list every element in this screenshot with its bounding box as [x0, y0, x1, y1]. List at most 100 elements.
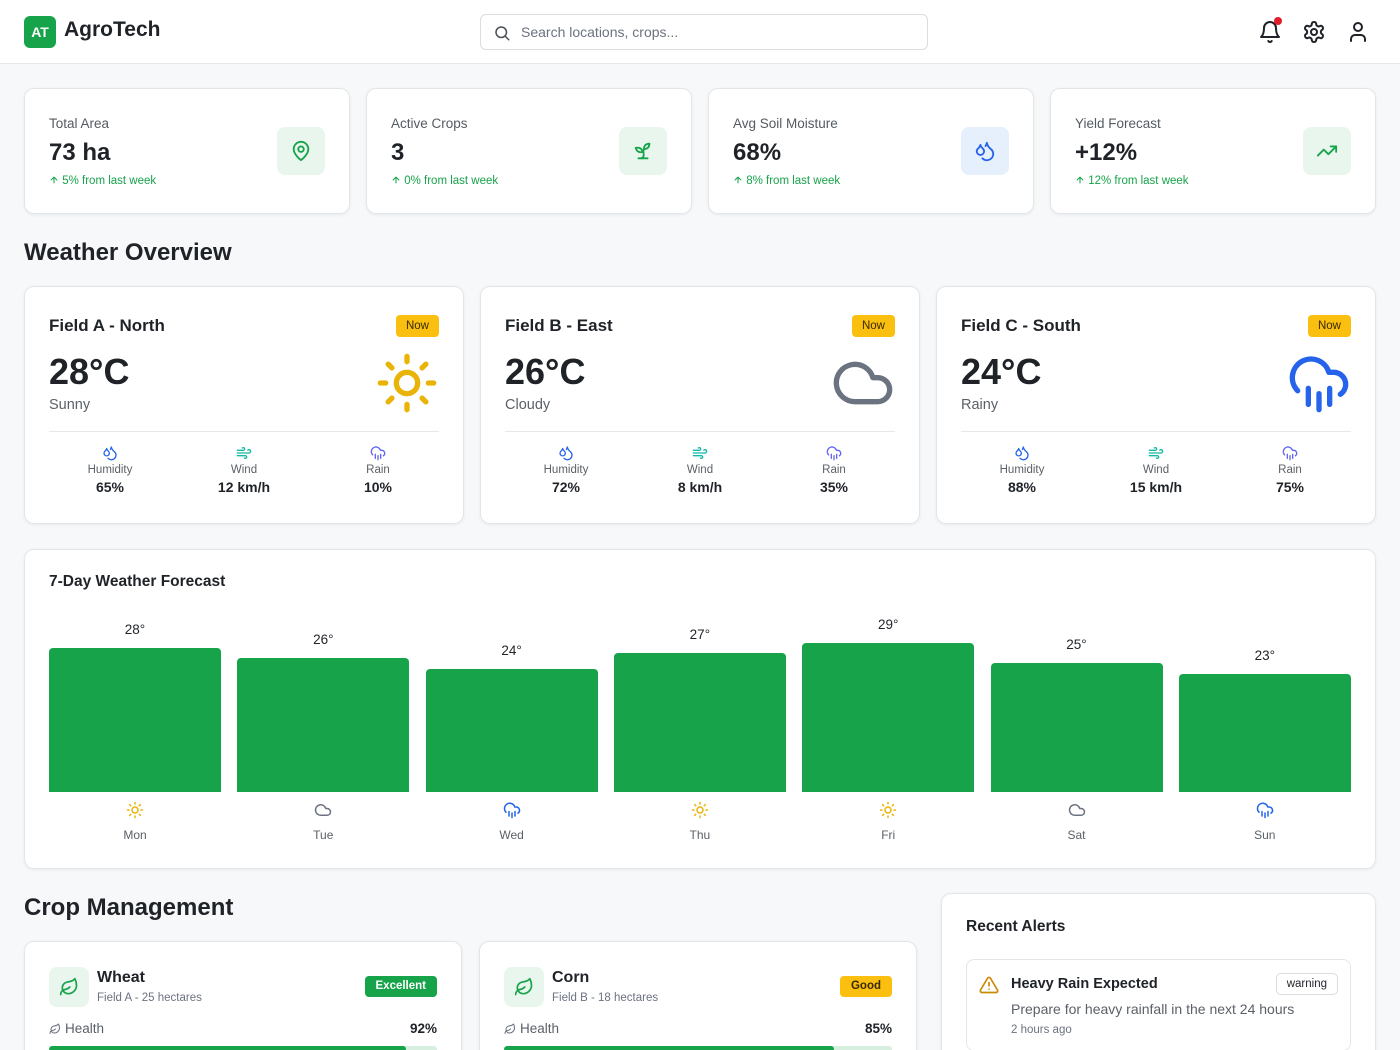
stat-value: 73 ha: [49, 139, 111, 166]
arrow-up-icon: [391, 175, 401, 185]
app-name[interactable]: AgroTech: [64, 18, 160, 42]
crop-section-title: Crop Management: [24, 894, 234, 921]
weather-card-field-a[interactable]: Field A - North Now 28°C Sunny Humidity …: [24, 286, 464, 524]
health-label-text: Health: [520, 1021, 560, 1036]
notification-dot: [1274, 17, 1282, 25]
humidity-metric: Humidity 88%: [962, 445, 1082, 495]
stat-value: 68%: [733, 139, 782, 166]
arrow-up-icon: [49, 175, 59, 185]
health-progress-fill: [49, 1046, 406, 1050]
sun-icon: [879, 801, 897, 819]
crop-name: Corn: [552, 969, 590, 986]
map-pin-icon: [292, 140, 310, 162]
settings-button[interactable]: [1302, 20, 1326, 44]
forecast-temp-label: 25°: [1066, 637, 1087, 653]
stat-card-yield-forecast: Yield Forecast +12% 12% from last week: [1050, 88, 1376, 214]
cloud-rain-icon: [1282, 445, 1298, 461]
stat-change: 8% from last week: [733, 175, 840, 187]
notifications-button[interactable]: [1258, 17, 1282, 44]
forecast-temp-label: 24°: [501, 642, 522, 658]
forecast-day-label: Tue: [313, 828, 334, 842]
rain-metric: Rain 75%: [1230, 445, 1350, 495]
logo-badge[interactable]: AT: [24, 16, 56, 48]
metric-label: Wind: [1142, 464, 1170, 476]
metric-value: 72%: [551, 479, 581, 495]
metric-value: 15 km/h: [1129, 479, 1183, 495]
divider: [505, 431, 895, 432]
metric-label: Humidity: [543, 464, 589, 476]
status-badge: Good: [839, 976, 892, 997]
droplets-icon: [558, 445, 574, 461]
metric-value: 65%: [95, 479, 125, 495]
forecast-bar-mon: [49, 648, 221, 792]
profile-button[interactable]: [1346, 20, 1370, 44]
forecast-bar-wed: [425, 668, 598, 792]
stat-change-text: 12% from last week: [1088, 175, 1189, 187]
health-label: Health: [49, 1021, 104, 1036]
forecast-temp-label: 23°: [1254, 647, 1275, 663]
stat-label: Yield Forecast: [1075, 116, 1161, 131]
crop-card-corn[interactable]: Corn Field B - 18 hectares Good Health 8…: [479, 941, 917, 1050]
forecast-card: 7-Day Weather Forecast 28° Mon 26° Tue 24° We…: [24, 549, 1376, 869]
health-progress-bar: [504, 1046, 892, 1050]
stat-value: +12%: [1075, 139, 1138, 166]
stat-label: Active Crops: [391, 116, 468, 131]
forecast-day-label: Wed: [499, 828, 524, 842]
stat-icon-box: [1303, 127, 1351, 175]
stat-label: Total Area: [49, 116, 110, 131]
recent-alerts-card: Recent Alerts Heavy Rain Expected warnin…: [941, 893, 1376, 1050]
condition: Sunny: [49, 397, 91, 413]
crop-card-wheat[interactable]: Wheat Field A - 25 hectares Excellent He…: [24, 941, 462, 1050]
divider: [49, 431, 439, 432]
stat-card-total-area: Total Area 73 ha 5% from last week: [24, 88, 350, 214]
wind-metric: Wind 15 km/h: [1096, 445, 1216, 495]
alert-item[interactable]: Heavy Rain Expected warning Prepare for …: [966, 959, 1351, 1050]
cloud-icon: [831, 351, 895, 415]
weather-card-field-c[interactable]: Field C - South Now 24°C Rainy Humidity …: [936, 286, 1376, 524]
divider: [961, 431, 1351, 432]
weather-card-field-b[interactable]: Field B - East Now 26°C Cloudy Humidity …: [480, 286, 920, 524]
health-progress-fill: [504, 1046, 834, 1050]
forecast-day-label: Sat: [1067, 828, 1086, 842]
field-name: Field A - North: [49, 316, 165, 335]
stat-card-soil-moisture: Avg Soil Moisture 68% 8% from last week: [708, 88, 1034, 214]
alert-severity-tag: warning: [1275, 973, 1338, 995]
metric-value: 75%: [1275, 479, 1305, 495]
crop-icon-box: [49, 967, 89, 1007]
search-input[interactable]: [521, 15, 921, 49]
forecast-bar-tue: [237, 658, 410, 792]
search-box[interactable]: [480, 14, 928, 50]
humidity-metric: Humidity 65%: [50, 445, 170, 495]
metric-value: 88%: [1007, 479, 1037, 495]
stat-value: 3: [391, 139, 405, 166]
alert-title: Heavy Rain Expected: [1011, 976, 1158, 992]
crop-icon-box: [504, 967, 544, 1007]
forecast-temp-label: 27°: [689, 627, 711, 643]
leaf-icon: [504, 1023, 516, 1035]
status-badge: Excellent: [364, 976, 437, 997]
forecast-bar-sun: [1178, 673, 1351, 792]
alert-description: Prepare for heavy rainfall in the next 2…: [1011, 1001, 1295, 1017]
cloud-rain-icon: [1256, 801, 1274, 819]
wind-icon: [236, 445, 252, 461]
forecast-temp-label: 28°: [124, 622, 146, 637]
crop-name: Wheat: [97, 969, 145, 986]
alert-time: 2 hours ago: [1011, 1024, 1072, 1036]
now-badge: Now: [1307, 315, 1351, 337]
cloud-icon: [314, 801, 332, 819]
droplets-icon: [974, 140, 996, 162]
metric-value: 10%: [363, 479, 393, 495]
now-badge: Now: [851, 315, 895, 337]
weather-section-title: Weather Overview: [24, 239, 232, 266]
stat-icon-box: [619, 127, 667, 175]
droplets-icon: [1014, 445, 1030, 461]
metric-value: 8 km/h: [677, 479, 723, 495]
metric-label: Humidity: [999, 464, 1045, 476]
stat-change: 12% from last week: [1075, 175, 1189, 187]
forecast-day-label: Thu: [689, 828, 711, 842]
metric-label: Rain: [366, 464, 390, 476]
sun-icon: [691, 801, 709, 819]
leaf-icon: [59, 977, 79, 997]
stat-card-active-crops: Active Crops 3 0% from last week: [366, 88, 692, 214]
user-icon: [1350, 22, 1366, 42]
